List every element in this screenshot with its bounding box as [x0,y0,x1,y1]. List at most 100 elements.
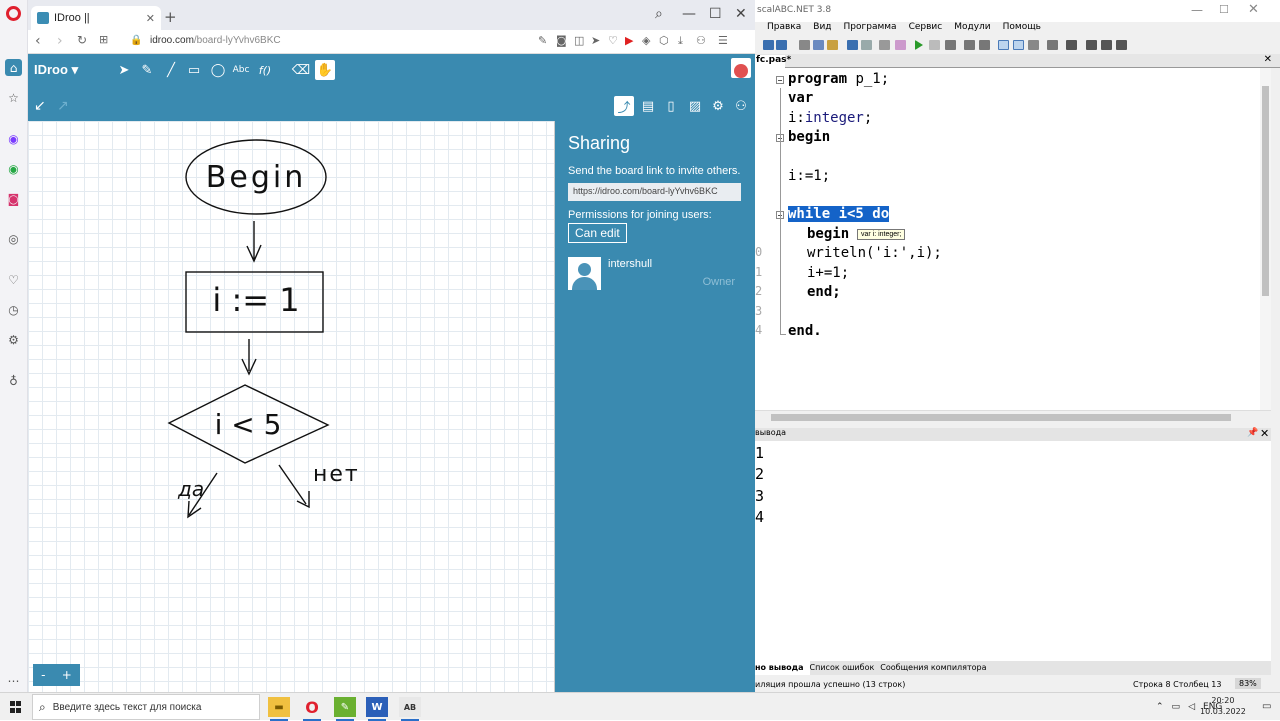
file-tab-close-icon[interactable]: ✕ [1264,54,1272,65]
collapse-arrow-icon[interactable]: ↙ [34,98,46,114]
taskbar-search[interactable]: ⌕ Введите здесь текст для поиска [32,694,260,720]
zoom-in-button[interactable]: + [62,668,72,682]
youtube-icon[interactable]: ▶ [625,34,633,47]
line-icon[interactable]: ╱ [161,60,181,80]
fold-program-icon[interactable] [776,76,784,84]
image-icon[interactable]: ▨ [685,96,705,116]
rectangle-icon[interactable]: ▭ [184,60,204,80]
back-icon[interactable]: ‹ [35,33,41,49]
pascal-minimize-button[interactable]: — [1191,3,1203,17]
pin-icon[interactable]: 📌 [1247,428,1258,438]
cube-icon[interactable]: ⬡ [659,34,669,47]
user-settings-icon[interactable]: ⚇ [731,96,751,116]
edit-icon[interactable]: ✎ [538,34,547,47]
run-icon[interactable] [915,40,923,50]
tray-arrow-icon[interactable]: ⌃ [1156,702,1164,712]
notepad-icon[interactable]: ✎ [334,697,356,721]
network-icon[interactable]: ▭ [1172,702,1181,712]
step-into-icon[interactable] [964,40,975,50]
opera-logo-icon[interactable] [6,6,21,21]
menu-view[interactable]: Вид [813,22,831,37]
formula-tool-icon[interactable]: f() [255,60,275,80]
file-tab[interactable]: fc.pas* [755,55,791,68]
cut-icon[interactable] [799,40,810,50]
easy-setup-icon[interactable]: ☰ [718,34,728,47]
camera-icon[interactable]: ◙ [556,34,567,47]
forms-icon[interactable] [1101,40,1112,50]
new-tab-button[interactable]: + [164,8,177,26]
zoom-level[interactable]: 83% [1235,678,1261,689]
send-icon[interactable]: ➤ [591,34,600,47]
window-icon[interactable] [1066,40,1077,50]
text-tool-icon[interactable]: Abc [231,60,251,80]
pascal-maximize-button[interactable]: ☐ [1219,3,1229,16]
stop-icon[interactable] [929,40,940,50]
hand-icon[interactable]: ✋ [315,60,335,80]
minimize-button[interactable]: — [682,6,696,22]
board-link-input[interactable]: https://idroo.com/board-lyYvhv6BKC [568,183,741,201]
format-icon[interactable] [1047,40,1058,50]
settings-icon[interactable]: ⚙ [5,331,22,348]
document-icon[interactable]: ▯ [661,96,681,116]
code-editor[interactable]: 0 1 2 3 4 program p_1; var i:integer; be… [755,68,1260,410]
forward-icon[interactable]: › [57,33,63,49]
user-avatar-button[interactable] [731,58,751,78]
word-icon[interactable]: W [366,697,388,721]
vpn-icon[interactable]: ◫ [574,34,584,47]
download-icon[interactable]: ⤓ [678,34,683,48]
pascal-close-button[interactable]: ✕ [1248,2,1259,17]
menu-program[interactable]: Программа [844,22,897,37]
extension-box-icon[interactable]: ◈ [642,34,650,47]
eraser-icon[interactable]: ⌫ [291,60,311,80]
vscroll-thumb[interactable] [1262,86,1269,296]
menu-service[interactable]: Сервис [909,22,943,37]
volume-icon[interactable]: ◁ [1188,702,1195,712]
bookmark-icon[interactable]: ☆ [5,89,22,106]
pencil-icon[interactable]: ✎ [137,60,157,80]
outdent-icon[interactable] [1013,40,1024,50]
lightbulb-icon[interactable]: ♁ [5,372,22,389]
copy-icon[interactable] [813,40,824,50]
tab-close-icon[interactable]: ✕ [146,12,155,25]
whatsapp-icon[interactable]: ◉ [5,160,22,177]
file-explorer-icon[interactable]: ▬ [268,697,290,721]
chat-icon[interactable]: ▤ [638,96,658,116]
redo-icon[interactable] [861,40,872,50]
paste-icon[interactable] [827,40,838,50]
replace-icon[interactable] [895,40,906,50]
indent-icon[interactable] [998,40,1009,50]
search-tabs-icon[interactable]: ⌕ [655,6,663,22]
instagram-icon[interactable]: ◙ [5,190,22,207]
close-window-button[interactable]: ✕ [735,6,747,22]
idroo-logo[interactable]: IDroo ▾ [34,62,78,78]
pointer-icon[interactable]: ➤ [114,60,134,80]
menu-help[interactable]: Помощь [1003,22,1041,37]
share-icon[interactable]: ⤴ [614,96,634,116]
zoom-out-button[interactable]: - [41,668,45,682]
history-icon[interactable]: ◷ [5,301,22,318]
output-window[interactable]: 1 2 3 4 [755,441,1271,661]
step-over-icon[interactable] [979,40,990,50]
save-icon[interactable] [763,40,774,50]
home-icon[interactable]: ⌂ [5,59,22,76]
can-edit-button[interactable]: Can edit [568,223,627,243]
menu-modules[interactable]: Модули [954,22,990,37]
expand-arrow-icon[interactable]: ↗ [57,98,69,114]
browser-tab[interactable]: IDroo || ✕ [31,6,161,30]
help-icon[interactable] [1116,40,1127,50]
ellipse-icon[interactable]: ◯ [208,60,228,80]
profile-icon[interactable]: ⚇ [696,34,706,47]
heart-bookmark-icon[interactable]: ♡ [608,34,618,47]
player-icon[interactable]: ◎ [5,230,22,247]
heart-icon[interactable]: ♡ [5,271,22,288]
messenger-icon[interactable]: ◉ [5,130,22,147]
more-icon[interactable]: ⋯ [5,672,22,689]
reload-icon[interactable]: ↻ [77,33,87,47]
pascal-taskbar-icon[interactable]: AB [399,697,421,721]
tabs-grid-icon[interactable]: ⊞ [99,33,108,46]
clock[interactable]: 20:20 10.03.2022 [1200,695,1246,717]
settings-gear-icon[interactable]: ⚙ [708,96,728,116]
url-field[interactable]: idroo.com/board-lyYvhv6BKC [150,35,281,46]
windows-start-icon[interactable] [10,701,22,713]
menu-edit[interactable]: Правка [767,22,801,37]
